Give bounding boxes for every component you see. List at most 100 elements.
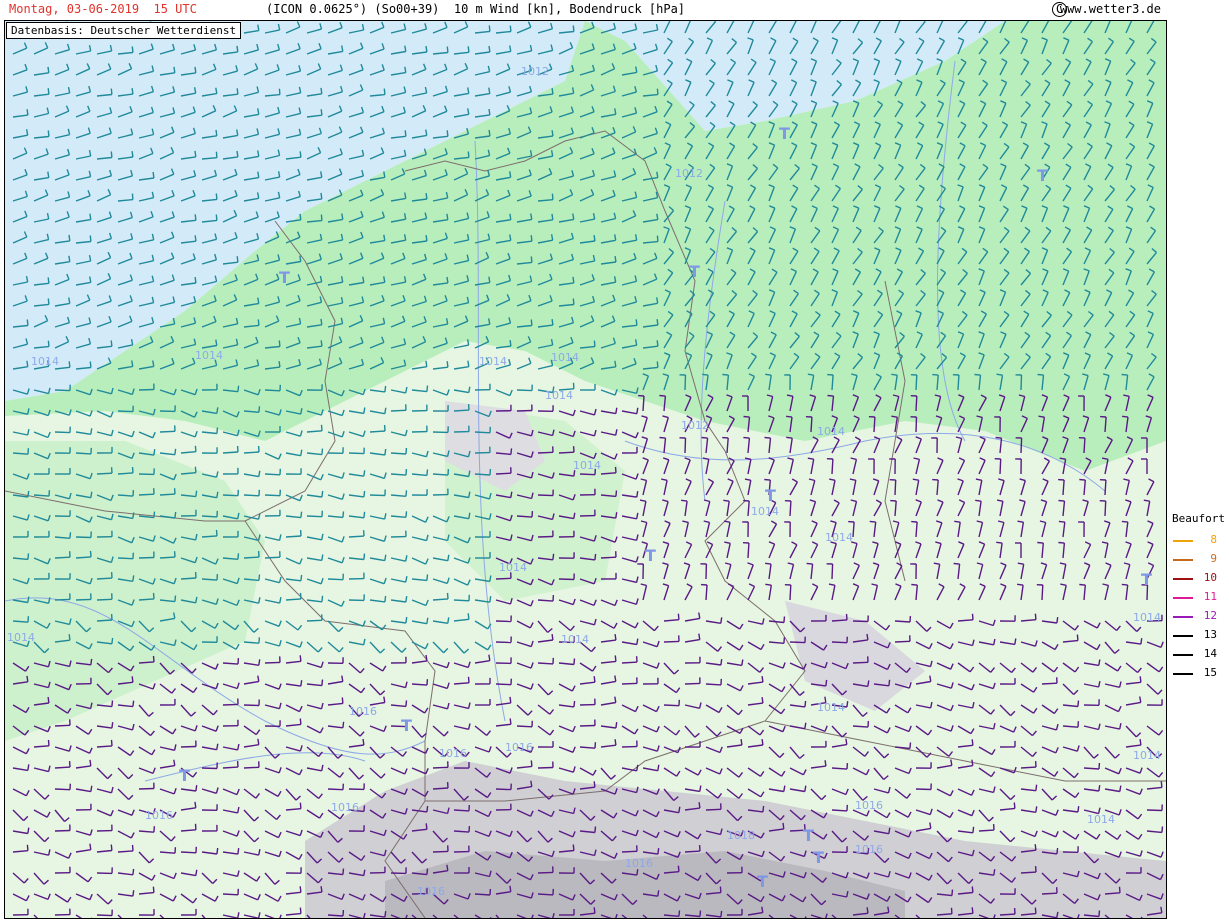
wind-barb-feather	[1079, 478, 1086, 481]
wind-barb-feather	[489, 596, 492, 603]
low-pressure-marker: T	[279, 268, 290, 287]
wind-barb-feather	[1034, 613, 1037, 620]
wind-barb-feather	[636, 869, 639, 876]
wind-barb	[222, 451, 239, 454]
wind-barb-feather	[131, 466, 134, 473]
wind-barb-feather	[237, 848, 240, 855]
wind-barb-feather	[786, 436, 793, 439]
wind-barb-feather	[845, 613, 848, 620]
pressure-label: 1016	[417, 885, 445, 898]
wind-barb-feather	[132, 700, 135, 707]
wind-barb	[222, 766, 239, 769]
wind-barb-feather	[47, 298, 50, 305]
wind-barb-feather	[867, 680, 870, 687]
wind-barb-feather	[786, 415, 793, 418]
site-link[interactable]: www.wetter3.de	[1060, 2, 1161, 16]
wind-barb	[495, 577, 512, 580]
wind-barb-feather	[47, 277, 50, 284]
wind-barb	[159, 493, 176, 496]
pressure-label: 1014	[1133, 611, 1161, 624]
wind-barb-feather	[489, 575, 492, 582]
wind-barb-feather	[677, 613, 680, 620]
wind-barb-feather	[299, 655, 302, 662]
wind-barb-feather	[363, 553, 366, 560]
wind-barb-feather	[765, 373, 772, 376]
wind-barb	[54, 724, 71, 727]
wind-barb-feather	[1098, 785, 1101, 792]
wind-barb-feather	[321, 448, 324, 455]
wind-barb	[957, 374, 960, 391]
wind-barb-feather	[1017, 583, 1024, 586]
pressure-label: 1016	[855, 799, 883, 812]
wind-barb-feather	[425, 45, 428, 53]
wind-barb	[138, 556, 155, 559]
map-canvas: 1014 1014 1014 1014 1014 1014 1014 1014 …	[5, 21, 1166, 918]
pressure-label: 1014	[751, 505, 779, 518]
wind-barb-feather	[27, 827, 30, 834]
low-pressure-marker: T	[779, 124, 790, 143]
wind-barb-feather	[446, 864, 449, 871]
wind-barb-feather	[551, 130, 554, 137]
wind-barb-feather	[1121, 583, 1128, 586]
pressure-label: 1016	[855, 843, 883, 856]
wind-barb-feather	[530, 235, 533, 242]
wind-barb-feather	[573, 512, 576, 519]
wind-barb-feather	[152, 171, 155, 179]
wind-barb	[894, 479, 897, 496]
wind-barb-feather	[467, 613, 470, 620]
wind-barb	[1083, 767, 1100, 770]
wind-barb	[663, 640, 680, 643]
pressure-label: 1014	[545, 389, 573, 402]
wind-barb	[978, 829, 995, 832]
wind-barb	[96, 619, 113, 622]
wind-barb-feather	[299, 802, 302, 809]
wind-barb-feather	[194, 276, 197, 284]
wind-barb	[642, 395, 645, 412]
wind-barb-feather	[131, 844, 134, 851]
wind-barb-feather	[111, 700, 114, 707]
pressure-label: 1016	[439, 747, 467, 760]
wind-barb	[537, 535, 554, 538]
wind-barb-feather	[509, 25, 512, 32]
wind-barb-feather	[320, 886, 323, 893]
legend-value: 11	[1203, 590, 1217, 603]
wind-barb-feather	[194, 150, 197, 157]
wind-barb-feather	[698, 802, 701, 809]
wind-barb	[1020, 766, 1037, 769]
pressure-label: 1014	[31, 355, 59, 368]
wind-barb-feather	[530, 319, 533, 326]
wind-barb-feather	[174, 448, 177, 455]
wind-barb-feather	[635, 319, 638, 326]
legend-swatch	[1173, 540, 1193, 542]
wind-barb-feather	[488, 654, 491, 661]
wind-barb-feather	[761, 697, 764, 704]
wind-barb-feather	[47, 88, 50, 95]
wind-barb-feather	[996, 541, 1003, 544]
weather-map: 1014 1014 1014 1014 1014 1014 1014 1014 …	[4, 20, 1167, 919]
wind-barb	[96, 914, 113, 917]
wind-barb-feather	[509, 696, 512, 703]
wind-barb-feather	[510, 491, 513, 498]
wind-barb-feather	[572, 276, 575, 283]
wind-barb-feather	[1056, 617, 1059, 624]
wind-barb-feather	[215, 87, 218, 94]
wind-barb	[915, 416, 918, 433]
wind-barb-feather	[27, 553, 30, 560]
wind-barb	[180, 851, 197, 854]
wind-barb-feather	[27, 490, 30, 498]
wind-barb	[999, 913, 1016, 916]
pressure-label: 1012	[675, 167, 703, 180]
wind-barb	[684, 682, 701, 685]
wind-barb	[873, 416, 876, 433]
wind-barb-feather	[341, 697, 344, 704]
wind-barb-feather	[1160, 906, 1163, 913]
wind-barb-feather	[68, 255, 71, 262]
wind-barb-feather	[258, 470, 261, 477]
wind-barb	[243, 704, 260, 707]
wind-barb-feather	[320, 192, 323, 199]
legend-swatch	[1173, 635, 1193, 637]
wind-barb-feather	[614, 360, 617, 367]
wind-barb-feather	[383, 696, 386, 703]
wind-barb	[159, 430, 176, 433]
wind-barb-feather	[320, 340, 323, 347]
